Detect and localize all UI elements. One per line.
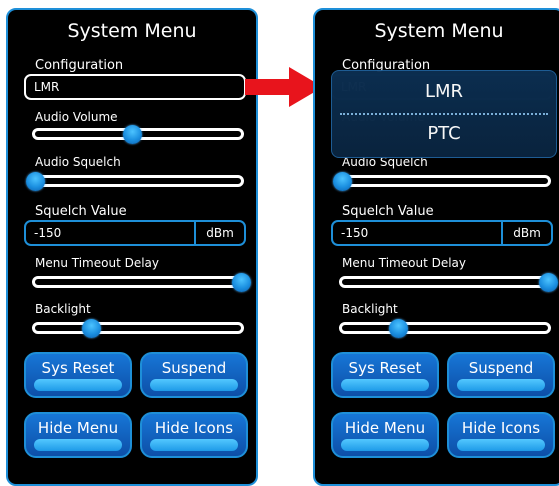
menu-timeout-knob[interactable] [232, 272, 251, 292]
menu-timeout-knob[interactable] [539, 272, 558, 292]
hide-icons-button[interactable]: Hide Icons [447, 412, 555, 458]
backlight-knob[interactable] [388, 318, 408, 338]
hide-menu-button[interactable]: Hide Menu [331, 412, 439, 458]
audio-volume-label: Audio Volume [35, 110, 118, 124]
hide-menu-label: Hide Menu [344, 419, 426, 437]
squelch-unit: dBm [501, 222, 551, 244]
sys-reset-button[interactable]: Sys Reset [24, 352, 132, 398]
suspend-button[interactable]: Suspend [140, 352, 248, 398]
audio-volume-slider[interactable] [32, 124, 244, 144]
backlight-knob[interactable] [81, 318, 101, 338]
hide-icons-label: Hide Icons [461, 419, 541, 437]
sys-reset-label: Sys Reset [348, 359, 422, 377]
menu-timeout-slider[interactable] [32, 272, 251, 292]
menu-timeout-slider[interactable] [339, 272, 558, 292]
suspend-label: Suspend [161, 359, 227, 377]
hide-icons-label: Hide Icons [154, 419, 234, 437]
squelch-value-field[interactable]: -150 dBm [331, 220, 553, 246]
configuration-dropdown: LMR PTC [331, 70, 557, 158]
suspend-label: Suspend [468, 359, 534, 377]
sys-reset-button[interactable]: Sys Reset [331, 352, 439, 398]
backlight-label: Backlight [35, 302, 91, 316]
squelch-value-text: -150 [34, 226, 62, 240]
page-title: System Menu [374, 20, 504, 42]
audio-squelch-slider[interactable] [26, 171, 244, 191]
suspend-button[interactable]: Suspend [447, 352, 555, 398]
right-arrow-icon [245, 67, 323, 107]
menu-timeout-label: Menu Timeout Delay [342, 256, 467, 270]
sys-reset-label: Sys Reset [41, 359, 115, 377]
dropdown-option-ptc[interactable]: PTC [332, 123, 556, 144]
squelch-value-text: -150 [341, 226, 369, 240]
menu-timeout-label: Menu Timeout Delay [35, 256, 160, 270]
configuration-field[interactable]: LMR [24, 74, 246, 100]
audio-squelch-slider[interactable] [333, 171, 551, 191]
backlight-label: Backlight [342, 302, 398, 316]
configuration-label: Configuration [35, 58, 124, 73]
audio-squelch-label: Audio Squelch [35, 155, 121, 169]
audio-squelch-knob[interactable] [26, 171, 45, 191]
squelch-unit: dBm [194, 222, 244, 244]
dropdown-divider [340, 113, 548, 115]
audio-squelch-knob[interactable] [333, 171, 352, 191]
hide-menu-button[interactable]: Hide Menu [24, 412, 132, 458]
backlight-slider[interactable] [32, 318, 244, 338]
system-menu-panel-dropdown-open: System Menu Configuration LMR Audio Volu… [313, 8, 559, 486]
system-menu-panel: System Menu Configuration LMR Audio Volu… [6, 8, 258, 486]
squelch-value-label: Squelch Value [342, 204, 434, 219]
backlight-slider[interactable] [339, 318, 551, 338]
squelch-value-label: Squelch Value [35, 204, 127, 219]
hide-menu-label: Hide Menu [37, 419, 119, 437]
audio-volume-knob[interactable] [122, 124, 142, 144]
page-title: System Menu [67, 20, 197, 42]
hide-icons-button[interactable]: Hide Icons [140, 412, 248, 458]
dropdown-option-lmr[interactable]: LMR [332, 81, 556, 102]
squelch-value-field[interactable]: -150 dBm [24, 220, 246, 246]
